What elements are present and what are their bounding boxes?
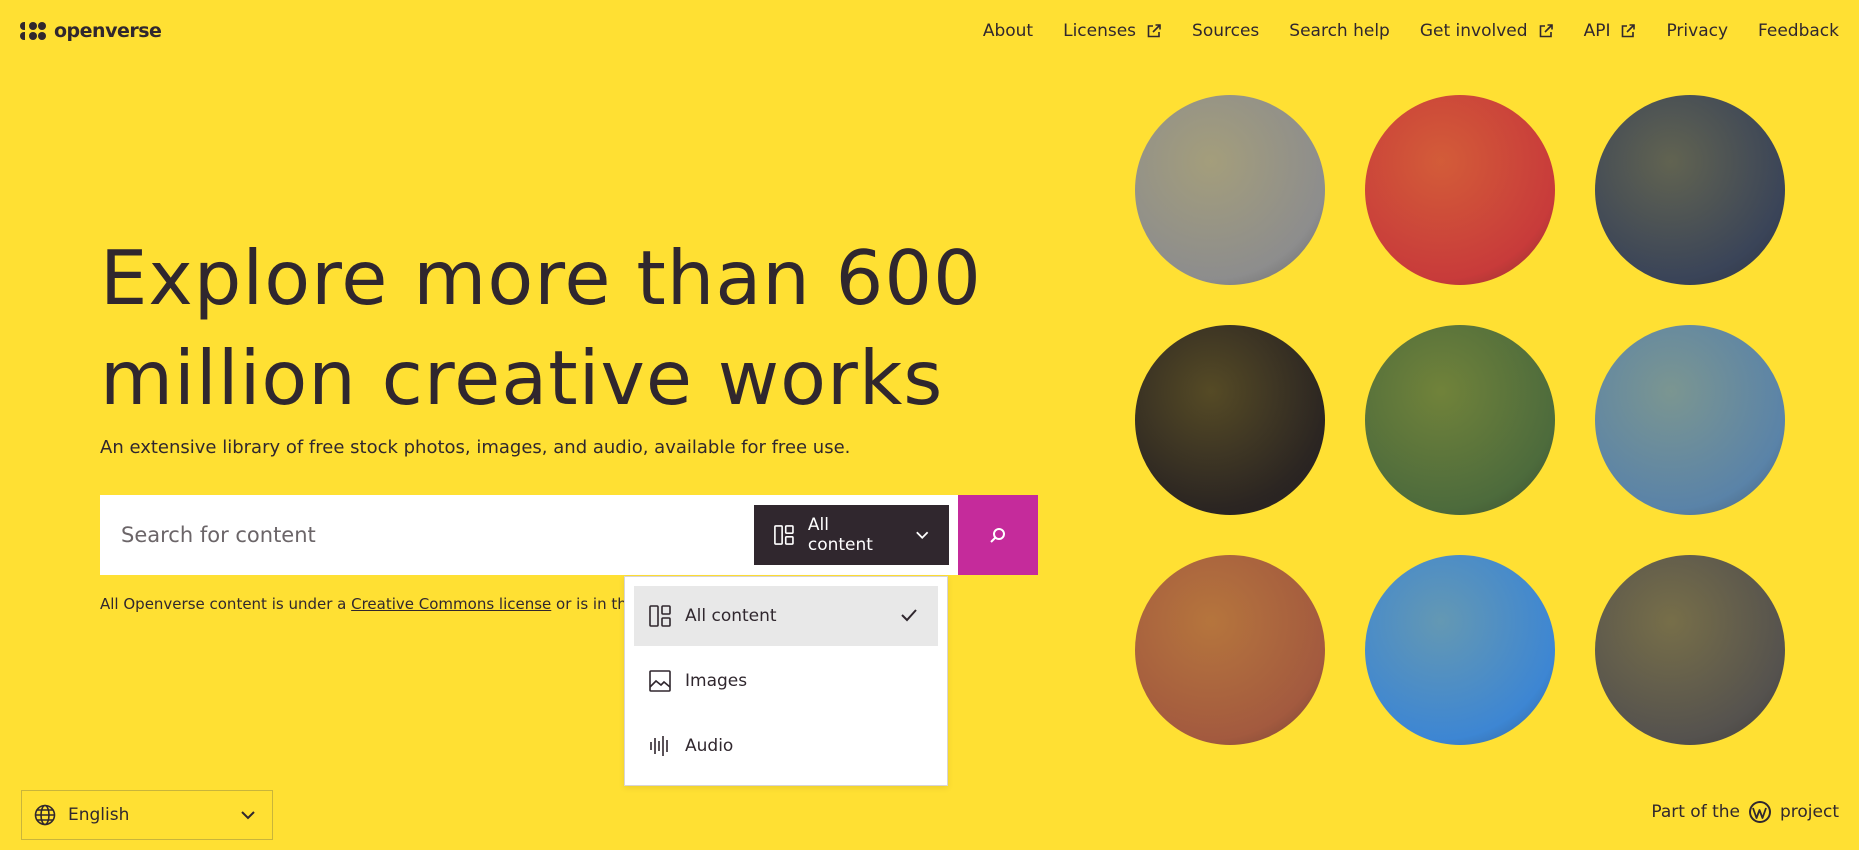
search-submit-button[interactable] [958, 495, 1038, 575]
nav-link-licenses[interactable]: Licenses [1063, 21, 1162, 41]
nav-link-privacy[interactable]: Privacy [1666, 21, 1728, 41]
nav-link-label: API [1583, 21, 1611, 41]
nav-link-label: Feedback [1758, 21, 1839, 41]
license-note-prefix: All Openverse content is under a [100, 595, 352, 613]
all-content-icon [649, 605, 671, 627]
language-select[interactable]: English [21, 790, 273, 840]
wordpress-icon[interactable] [1748, 800, 1772, 824]
gallery-image-runner-portrait[interactable] [1135, 95, 1325, 285]
creative-commons-link[interactable]: Creative Commons license [351, 595, 551, 613]
nav-link-label: About [982, 21, 1034, 41]
image-icon [649, 670, 671, 692]
gallery-image-etching-figure[interactable] [1135, 325, 1325, 515]
nav-link-get-involved[interactable]: Get involved [1420, 21, 1554, 41]
dropdown-option-label: Audio [685, 736, 734, 756]
site-header: openverse About Licenses Sources Search hel… [0, 0, 1859, 62]
license-note: All Openverse content is under a Creativ… [100, 595, 660, 613]
nav-link-about[interactable]: About [983, 21, 1033, 41]
external-link-icon [1622, 24, 1636, 38]
globe-icon [34, 804, 56, 826]
subheading: An extensive library of free stock photo… [100, 437, 851, 458]
search-form: All content [100, 495, 1038, 575]
gallery-image-red-shirt-athlete[interactable] [1365, 95, 1555, 285]
nav-link-sources[interactable]: Sources [1192, 21, 1259, 41]
headline-line-1: Explore more than 600 [100, 234, 982, 322]
external-link-icon [1539, 24, 1553, 38]
nav-link-search-help[interactable]: Search help [1289, 21, 1390, 41]
checkmark-icon [901, 609, 917, 622]
nav-link-label: Search help [1289, 21, 1390, 41]
nav-link-label: Privacy [1666, 21, 1729, 41]
wordpress-note: Part of the project [1651, 800, 1839, 824]
dropdown-option-label: Images [685, 671, 748, 691]
wp-suffix: project [1779, 802, 1839, 822]
nav-link-api[interactable]: API [1584, 21, 1637, 41]
nav-link-label: Sources [1192, 21, 1260, 41]
page-title: Explore more than 600 million creative w… [100, 228, 1000, 428]
headline-line-2: million creative works [100, 334, 944, 422]
external-link-icon [1147, 24, 1161, 38]
nav-link-feedback[interactable]: Feedback [1758, 21, 1839, 41]
search-field: All content [100, 495, 958, 575]
gallery-image-helmet-cyclist[interactable] [1135, 555, 1325, 745]
gallery-image-hurdle-runner[interactable] [1365, 555, 1555, 745]
dropdown-option-all-content[interactable]: All content [634, 586, 938, 646]
dropdown-option-label: All content [685, 606, 777, 626]
main-nav: About Licenses Sources Search help Get invol… [953, 21, 1839, 41]
all-content-icon [774, 525, 794, 545]
content-type-label: All content [807, 515, 873, 555]
gallery-image-gymnast-hands[interactable] [1595, 95, 1785, 285]
content-type-dropdown: All content Images Audio [624, 576, 948, 786]
openverse-logo[interactable]: openverse [20, 20, 162, 42]
nav-link-label: Licenses [1063, 21, 1137, 41]
chevron-down-icon [241, 811, 255, 820]
search-input[interactable] [100, 505, 700, 565]
language-label: English [68, 805, 130, 825]
brand-name: openverse [54, 20, 162, 42]
dropdown-option-images[interactable]: Images [634, 651, 938, 711]
chevron-down-icon [915, 531, 928, 539]
gallery-image-track-cyclist[interactable] [1365, 325, 1555, 515]
content-type-button[interactable]: All content [754, 505, 949, 565]
search-icon [990, 528, 1005, 543]
dropdown-option-audio[interactable]: Audio [634, 716, 938, 776]
gallery-image-three-women[interactable] [1595, 555, 1785, 745]
gallery-image-painted-athlete[interactable] [1595, 325, 1785, 515]
openverse-logo-icon [20, 22, 46, 40]
audio-icon [649, 735, 671, 757]
wp-prefix: Part of the [1651, 802, 1740, 822]
nav-link-label: Get involved [1419, 21, 1528, 41]
